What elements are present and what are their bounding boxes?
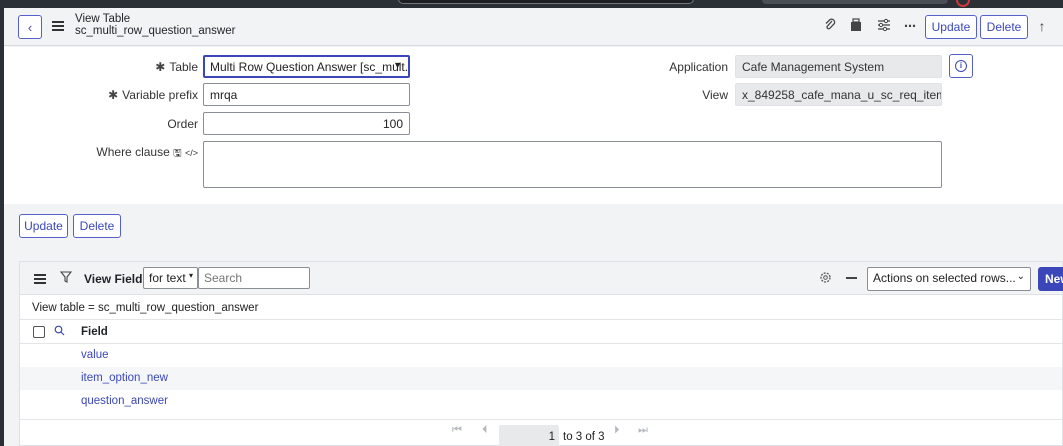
browser-top-strip (0, 0, 1063, 8)
table-label-text: Table (169, 60, 198, 74)
view-fields-list: View Fields for text ▾ Actions on select… (19, 261, 1063, 446)
table-row: question_answer (20, 390, 1062, 413)
variable-prefix-input[interactable]: mrqa (203, 83, 410, 106)
chevron-down-icon: ⌄ (1016, 271, 1025, 282)
header-title-block: View Table sc_multi_row_question_answer (75, 13, 235, 37)
first-page-icon[interactable]: ⏮ (452, 424, 462, 437)
search-input[interactable] (198, 267, 310, 289)
caret-down-icon: ▼ (393, 60, 402, 70)
table-select[interactable]: Multi Row Question Answer [sc_mult... ▼ (203, 55, 410, 78)
field-link[interactable]: value (81, 349, 109, 361)
new-button[interactable]: New (1038, 267, 1063, 291)
where-clause-field-label: Where clause 🖫 </> (94, 145, 198, 163)
application-field: Cafe Management System (735, 55, 942, 78)
list-menu-icon[interactable] (34, 272, 46, 286)
chevron-left-icon: ‹ (27, 19, 33, 35)
caret-down-icon: ▾ (188, 271, 193, 280)
field-link[interactable]: question_answer (81, 395, 168, 407)
browser-toolbar-pill[interactable] (762, 0, 948, 4)
search-field-value: for text (149, 271, 186, 285)
actions-select[interactable]: Actions on selected rows... ⌄ (867, 267, 1031, 291)
page-number-input[interactable]: 1 (499, 425, 559, 446)
search-field-select[interactable]: for text ▾ (143, 267, 198, 289)
browser-address-bar[interactable] (398, 0, 694, 4)
filter-breadcrumb[interactable]: View table = sc_multi_row_question_answe… (32, 302, 258, 314)
list-toolbar: View Fields for text ▾ Actions on select… (20, 262, 1063, 295)
info-icon: i (955, 60, 967, 72)
code-icon[interactable]: </> (185, 148, 198, 158)
actions-select-value: Actions on selected rows... (873, 271, 1016, 285)
collapse-icon[interactable] (846, 277, 857, 279)
filter-icon[interactable] (59, 271, 73, 286)
back-button[interactable]: ‹ (18, 15, 42, 39)
page-subtitle: sc_multi_row_question_answer (75, 25, 236, 37)
personalize-form-icon[interactable] (876, 18, 892, 34)
variable-prefix-label-text: Variable prefix (122, 88, 198, 102)
view-label: View (702, 88, 728, 102)
view-fields-title: View Fields (84, 272, 150, 286)
order-label: Order (167, 117, 198, 131)
form-header: ‹ View Table sc_multi_row_question_answe… (4, 8, 1063, 46)
last-page-icon[interactable]: ⏭ (638, 424, 648, 437)
required-icon: ✱ (108, 88, 119, 102)
record-form: ✱ Table Multi Row Question Answer [sc_mul… (4, 47, 1063, 204)
variable-prefix-field-label: ✱ Variable prefix (104, 88, 198, 102)
browser-record-icon[interactable] (956, 0, 970, 7)
header-delete-button[interactable]: Delete (980, 15, 1028, 39)
table-row: item_option_new (20, 367, 1062, 390)
page-title: View Table (75, 13, 131, 25)
paperclip-icon[interactable] (822, 18, 838, 34)
update-button[interactable]: Update (19, 214, 68, 238)
arrow-up-icon[interactable]: ↑ (1034, 18, 1050, 34)
application-info-button[interactable]: i (949, 54, 973, 78)
activity-stream-icon[interactable] (848, 18, 864, 34)
table-row: value (20, 344, 1062, 367)
field-link[interactable]: item_option_new (81, 372, 168, 384)
column-header-row: Field (20, 320, 1062, 343)
more-options-icon[interactable]: ⋯ (902, 18, 918, 34)
where-clause-label-text: Where clause (96, 145, 170, 159)
hamburger-menu-icon[interactable] (52, 19, 64, 33)
gear-icon[interactable] (819, 271, 832, 287)
view-field: x_849258_cafe_mana_u_sc_req_item_multi_ (735, 83, 942, 106)
order-input[interactable]: 100 (203, 112, 410, 135)
select-all-checkbox[interactable] (33, 326, 45, 338)
previous-page-icon[interactable]: ⏴ (482, 424, 488, 437)
delete-button[interactable]: Delete (73, 214, 121, 238)
application-label: Application (669, 60, 728, 74)
search-icon[interactable] (54, 325, 65, 339)
next-page-icon[interactable]: ⏵ (614, 424, 620, 437)
header-update-button[interactable]: Update (925, 15, 977, 39)
required-icon: ✱ (155, 60, 166, 74)
where-clause-textarea[interactable] (203, 141, 942, 188)
page-count-text: to 3 of 3 (563, 431, 605, 443)
table-select-value: Multi Row Question Answer [sc_mult... (210, 60, 410, 74)
save-icon[interactable]: 🖫 (173, 148, 182, 159)
table-field-label: ✱ Table (134, 60, 198, 74)
field-column-header[interactable]: Field (81, 326, 108, 338)
